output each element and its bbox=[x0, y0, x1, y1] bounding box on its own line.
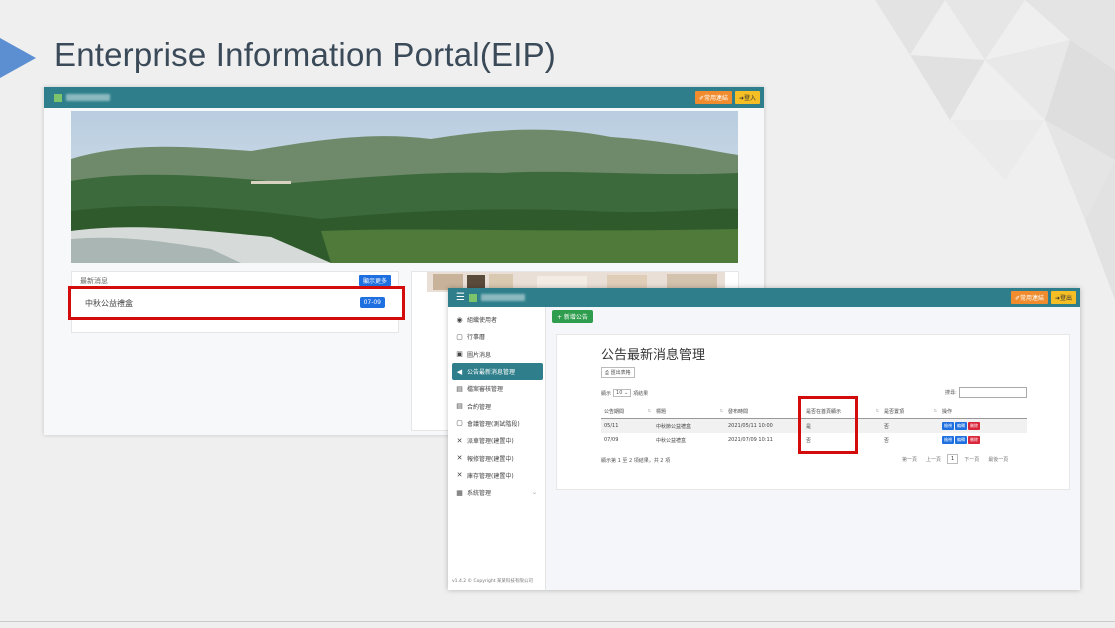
bottom-divider bbox=[0, 621, 1115, 622]
login-button[interactable]: ➜登入 bbox=[734, 91, 760, 104]
sidebar-item-label: 圖片消息 bbox=[467, 351, 492, 359]
edit-button[interactable]: 編輯 bbox=[955, 436, 967, 444]
column-header[interactable]: 公告期間 ⇅ bbox=[601, 405, 653, 419]
cell-actions: 檢視 編輯 刪除 bbox=[939, 433, 1027, 447]
sidebar-item-announcements[interactable]: ◀ 公告最新消息管理 bbox=[452, 362, 543, 381]
delete-button[interactable]: 刪除 bbox=[968, 436, 980, 444]
pagination: 第一頁 上一頁 1 下一頁 最後一頁 bbox=[899, 454, 1011, 464]
news-list-item[interactable]: 中秋公益禮盒 07-09 bbox=[68, 286, 405, 320]
sidebar-footer: v1.4.2 © Copyright 某某科技有限公司 bbox=[452, 579, 533, 584]
cell-period: 05/11 bbox=[601, 418, 653, 433]
panel-title: 公告最新消息管理 bbox=[601, 348, 706, 363]
sidebar-item-file-review[interactable]: ▤ 檔案審核管理 bbox=[448, 380, 545, 397]
sidebar-item-label: 系統管理 bbox=[467, 490, 492, 498]
sidebar-item-label: 行事曆 bbox=[467, 334, 486, 342]
news-item-date-badge: 07-09 bbox=[359, 297, 385, 308]
calendar-icon: ▢ bbox=[456, 332, 463, 341]
table-info: 顯示第 1 至 2 項結果，共 2 項 bbox=[601, 458, 671, 464]
blurred-site-name bbox=[480, 294, 525, 301]
sidebar-item-calendar[interactable]: ▢ 行事曆 bbox=[448, 328, 545, 345]
view-button[interactable]: 檢視 bbox=[942, 436, 954, 444]
column-header[interactable]: 標題 ⇅ bbox=[653, 405, 725, 419]
chevron-down-icon[interactable]: ⌄ bbox=[532, 489, 537, 496]
page-length-control: 顯示 10 ⌄ 項結果 bbox=[601, 389, 648, 397]
sidebar-item-meetings[interactable]: ▢ 會議管理(測試階段) bbox=[448, 415, 545, 432]
admin-panel-screenshot: ☰ ✐常用連結 ➜登出 ◉ 組織使用者 ▢ 行事曆 ▣ 圖片消息 ◀ 公告最新消… bbox=[448, 288, 1080, 590]
show-more-button[interactable]: 顯示更多 bbox=[358, 275, 391, 286]
admin-navbar: ☰ ✐常用連結 ➜登出 bbox=[448, 288, 1080, 307]
logo-icon bbox=[54, 93, 62, 102]
column-header[interactable]: 發布時間 ⇅ bbox=[725, 405, 803, 419]
tools-icon: ✕ bbox=[456, 436, 463, 445]
settings-icon: ▦ bbox=[456, 488, 463, 497]
mountain-banner-image bbox=[71, 111, 738, 263]
title-arrow-icon bbox=[0, 38, 36, 78]
view-button[interactable]: 檢視 bbox=[942, 422, 954, 430]
delete-button[interactable]: 刪除 bbox=[968, 422, 980, 430]
current-page-button[interactable]: 1 bbox=[947, 454, 959, 464]
search-input[interactable] bbox=[959, 387, 1027, 398]
sidebar-item-label: 檔案審核管理 bbox=[467, 386, 504, 394]
sidebar-item-label: 派車管理(建置中) bbox=[467, 438, 514, 446]
first-page-button[interactable]: 第一頁 bbox=[899, 455, 920, 464]
slide-title: Enterprise Information Portal(EIP) bbox=[54, 36, 556, 73]
blurred-site-name bbox=[66, 94, 110, 101]
cell-published: 2021/07/09 10:11 bbox=[728, 437, 773, 443]
cell-pinned: 否 bbox=[884, 437, 890, 444]
admin-sidebar: ◉ 組織使用者 ▢ 行事曆 ▣ 圖片消息 ◀ 公告最新消息管理 ▤ 檔案審核管理… bbox=[448, 307, 546, 590]
tools-icon: ✕ bbox=[456, 471, 463, 480]
page-length-select[interactable]: 10 ⌄ bbox=[613, 389, 632, 397]
column-header[interactable]: 是否置頂 ⇅ bbox=[881, 405, 939, 419]
cell-actions: 檢視 編輯 刪除 bbox=[939, 418, 1027, 433]
logout-button[interactable]: ➜登出 bbox=[1050, 291, 1076, 304]
highlight-show-home-column bbox=[798, 396, 858, 454]
export-table-button[interactable]: ⎙ 匯出表格 bbox=[601, 367, 635, 378]
user-icon: ◉ bbox=[456, 315, 463, 324]
cell-title: 中秋節公益禮盒 bbox=[653, 418, 725, 433]
sidebar-item-system[interactable]: ▦ 系統管理 ⌄ bbox=[448, 484, 545, 501]
contract-icon: ▤ bbox=[456, 402, 463, 411]
page-length-value: 10 bbox=[616, 390, 623, 396]
add-announcement-button[interactable]: + 新增公告 bbox=[552, 310, 593, 323]
edit-button[interactable]: 編輯 bbox=[955, 422, 967, 430]
portal-navbar: ✐常用連結 ➜登入 bbox=[44, 87, 764, 108]
next-page-button[interactable]: 下一頁 bbox=[961, 455, 982, 464]
sidebar-item-image-news[interactable]: ▣ 圖片消息 bbox=[448, 346, 545, 363]
last-page-button[interactable]: 最後一頁 bbox=[985, 455, 1011, 464]
length-prefix: 顯示 bbox=[601, 390, 612, 397]
sidebar-item-vehicle-dispatch[interactable]: ✕ 派車管理(建置中) bbox=[448, 432, 545, 449]
logo-icon bbox=[468, 293, 477, 302]
document-icon: ▤ bbox=[456, 384, 463, 393]
news-item-title: 中秋公益禮盒 bbox=[85, 299, 133, 308]
news-header: 最新消息 bbox=[80, 277, 108, 285]
cell-pinned: 否 bbox=[881, 418, 939, 433]
megaphone-icon: ◀ bbox=[456, 367, 463, 376]
links-button[interactable]: ✐常用連結 bbox=[694, 91, 732, 104]
search-label: 搜尋: bbox=[945, 390, 957, 396]
meeting-icon: ▢ bbox=[456, 419, 463, 428]
sidebar-item-label: 公告最新消息管理 bbox=[467, 369, 516, 377]
sidebar-item-repairs[interactable]: ✕ 報修管理(建置中) bbox=[448, 449, 545, 466]
length-suffix: 項結果 bbox=[633, 390, 649, 397]
sidebar-item-label: 組織使用者 bbox=[467, 317, 498, 325]
sidebar-item-label: 合約管理 bbox=[467, 403, 492, 411]
hamburger-menu-icon[interactable]: ☰ bbox=[456, 292, 465, 303]
cell-title: 中秋公益禮盒 bbox=[656, 437, 687, 444]
cell-published: 2021/05/11 10:00 bbox=[725, 418, 803, 433]
sidebar-item-label: 庫存管理(建置中) bbox=[467, 472, 514, 480]
sidebar-item-label: 會議管理(測試階段) bbox=[467, 420, 520, 428]
sidebar-item-org-users[interactable]: ◉ 組織使用者 bbox=[448, 311, 545, 328]
sidebar-item-label: 報修管理(建置中) bbox=[467, 455, 514, 463]
prev-page-button[interactable]: 上一頁 bbox=[923, 455, 944, 464]
column-header[interactable]: 操作 bbox=[939, 405, 1027, 419]
sidebar-item-contracts[interactable]: ▤ 合約管理 bbox=[448, 397, 545, 414]
links-button[interactable]: ✐常用連結 bbox=[1010, 291, 1048, 304]
image-icon: ▣ bbox=[456, 350, 463, 359]
background-polygons bbox=[875, 0, 1115, 300]
cell-period: 07/09 bbox=[604, 437, 619, 443]
sidebar-item-inventory[interactable]: ✕ 庫存管理(建置中) bbox=[448, 467, 545, 484]
tools-icon: ✕ bbox=[456, 454, 463, 463]
